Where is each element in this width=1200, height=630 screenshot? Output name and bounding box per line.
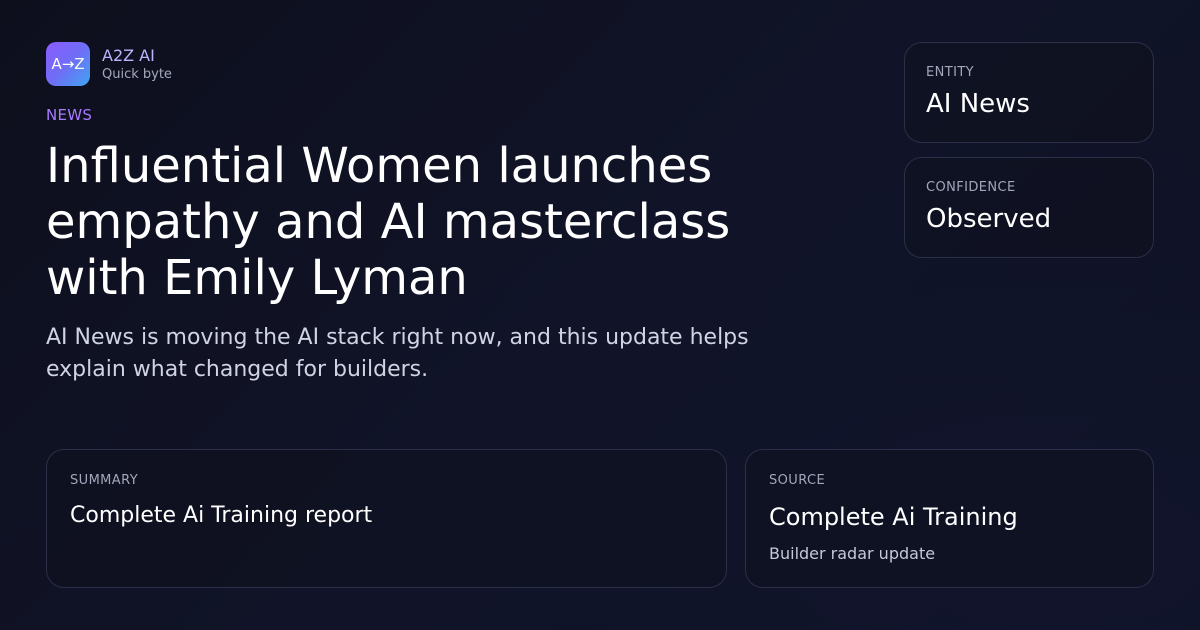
confidence-label: CONFIDENCE (926, 180, 1016, 195)
source-detail: Builder radar update (769, 544, 936, 563)
summary-card: SUMMARY Complete Ai Training report (46, 449, 727, 588)
headline: Influential Women launches empathy and A… (46, 138, 731, 306)
brand-name: A2Z AI (102, 45, 155, 65)
entity-card: ENTITY AI News (904, 42, 1154, 143)
summary-label: SUMMARY (70, 473, 139, 488)
source-value: Complete Ai Training (769, 503, 1018, 531)
entity-value: AI News (926, 89, 1030, 119)
subtitle: AI News is moving the AI stack right now… (46, 325, 749, 382)
category-label: NEWS (46, 106, 93, 124)
confidence-value: Observed (926, 204, 1052, 234)
brand-tagline: Quick byte (102, 66, 172, 82)
brand-text: A2Z AI Quick byte (102, 46, 172, 83)
brand-logo: A→Z (46, 42, 90, 86)
entity-label: ENTITY (926, 65, 974, 80)
confidence-card: CONFIDENCE Observed (904, 157, 1154, 258)
source-label: SOURCE (769, 473, 826, 488)
source-card: SOURCE Complete Ai Training Builder rada… (745, 449, 1154, 588)
summary-value: Complete Ai Training report (70, 503, 373, 528)
brand-header: A→Z A2Z AI Quick byte (46, 42, 172, 86)
logo-text: A→Z (51, 55, 85, 73)
